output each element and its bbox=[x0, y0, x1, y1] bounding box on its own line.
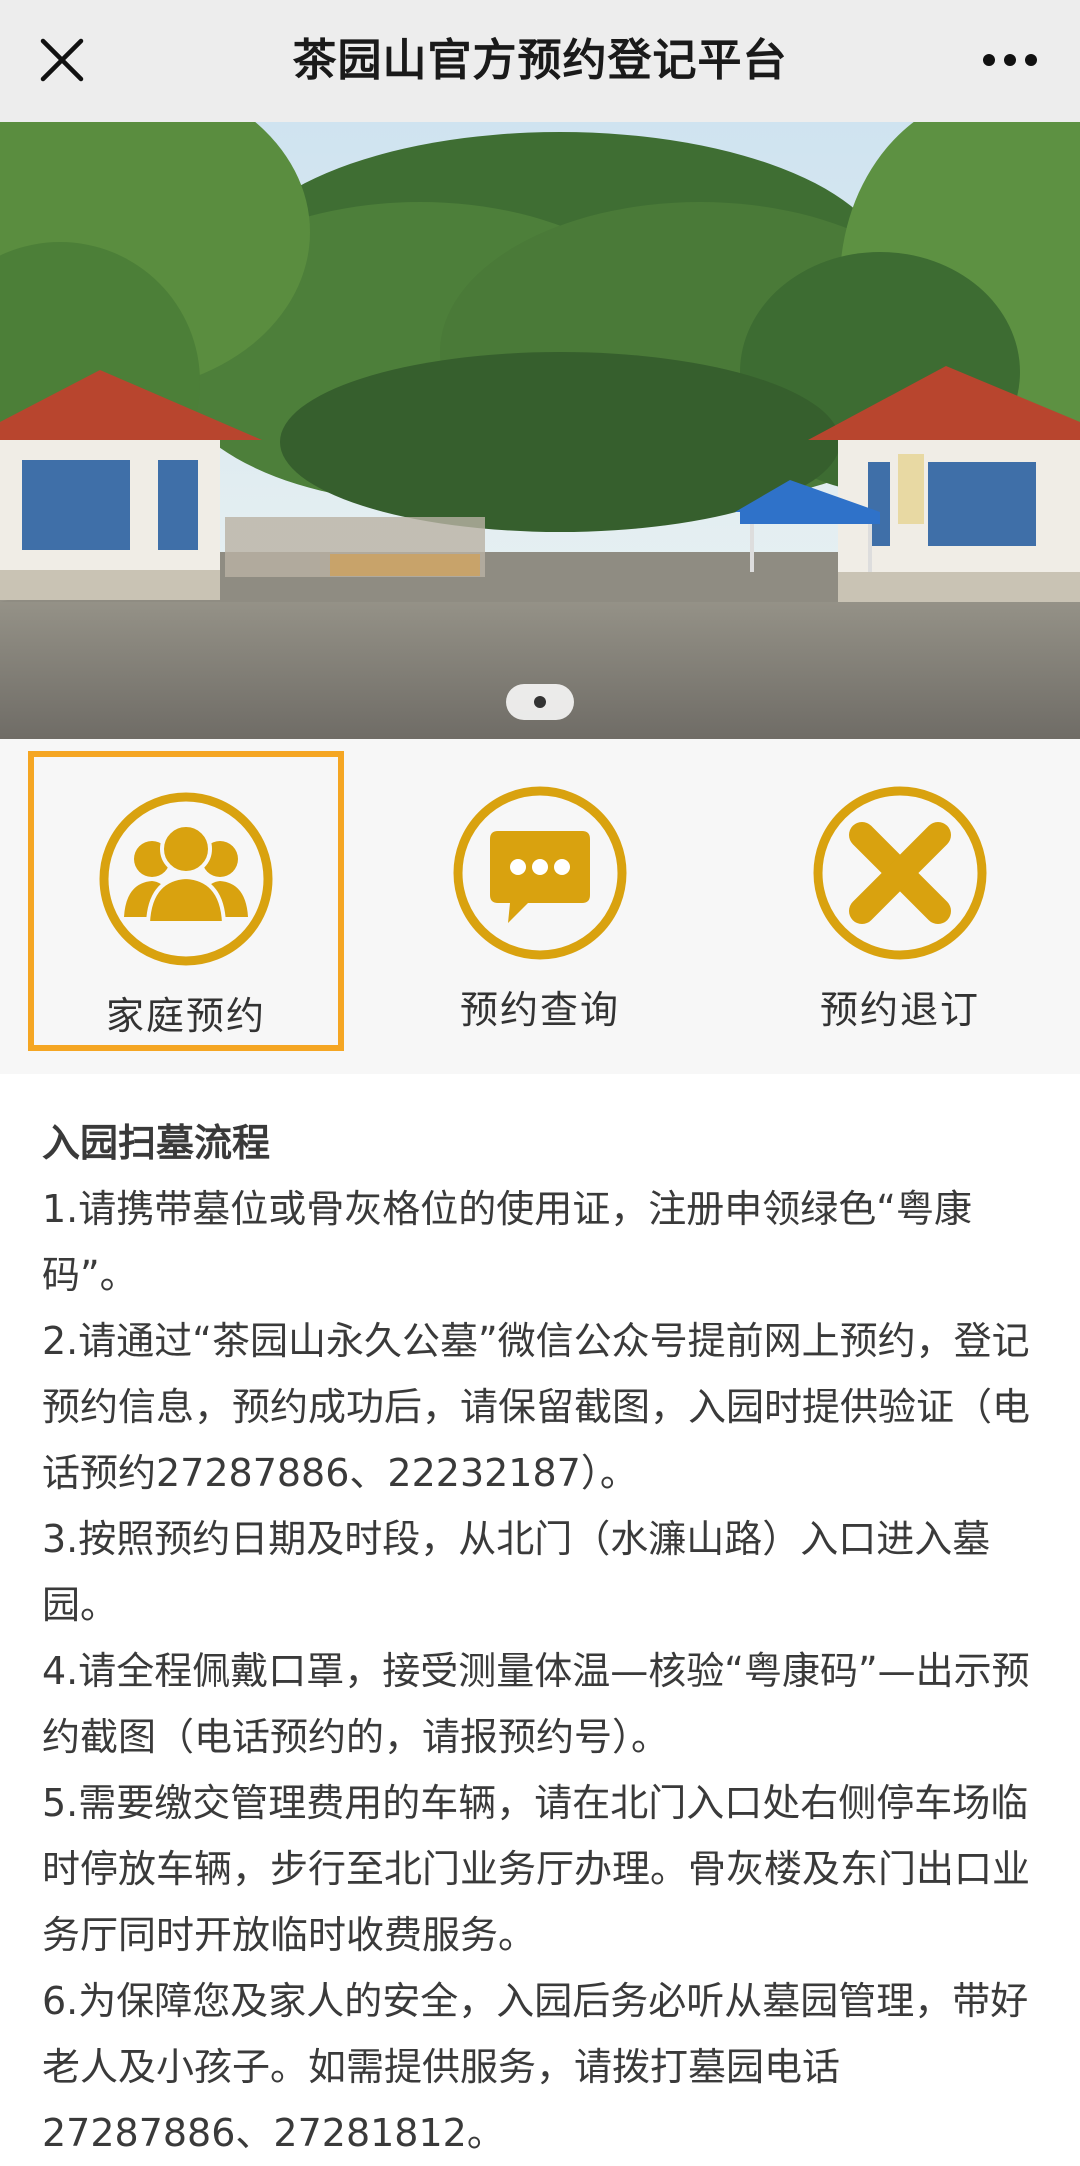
close-icon[interactable] bbox=[22, 20, 102, 100]
action-bar: 家庭预约 预约查询 预约退订 bbox=[0, 739, 1080, 1074]
park-gate-photo bbox=[0, 122, 1080, 739]
section-heading: 入园扫墓流程 bbox=[42, 1121, 271, 1165]
process-step: 4.请全程佩戴口罩，接受测量体温—核验“粤康码”—出示预约截图（电话预约的，请报… bbox=[42, 1649, 1030, 1759]
carousel-indicator[interactable] bbox=[506, 684, 574, 720]
chat-bubble-icon bbox=[453, 786, 627, 960]
process-step: 5.需要缴交管理费用的车辆，请在北门入口处右侧停车场临时停放车辆，步行至北门业务… bbox=[42, 1781, 1031, 1957]
process-step: 1.请携带墓位或骨灰格位的使用证，注册申领绿色“粤康码”。 bbox=[42, 1187, 972, 1297]
page-title: 茶园山官方预约登记平台 bbox=[292, 35, 788, 86]
visit-process-section: 入园扫墓流程 1.请携带墓位或骨灰格位的使用证，注册申领绿色“粤康码”。 2.请… bbox=[42, 1110, 1042, 2166]
process-step: 6.为保障您及家人的安全，入园后务必听从墓园管理，带好老人及小孩子。如需提供服务… bbox=[42, 1979, 1029, 2155]
process-step: 3.按照预约日期及时段，从北门（水濂山路）入口进入墓园。 bbox=[42, 1517, 991, 1627]
process-step: 2.请通过“茶园山永久公墓”微信公众号提前网上预约，登记预约信息，预约成功后，请… bbox=[42, 1319, 1031, 1495]
family-booking-button[interactable]: 家庭预约 bbox=[28, 751, 344, 1051]
booking-cancel-button[interactable]: 预约退订 bbox=[742, 751, 1058, 1051]
booking-query-button[interactable]: 预约查询 bbox=[382, 751, 698, 1051]
action-label: 家庭预约 bbox=[105, 994, 266, 1038]
action-label: 预约退订 bbox=[819, 988, 980, 1032]
action-label: 预约查询 bbox=[459, 988, 620, 1032]
cancel-x-icon bbox=[813, 786, 987, 960]
banner-carousel[interactable] bbox=[0, 122, 1080, 739]
more-dots-icon[interactable] bbox=[970, 20, 1050, 100]
family-group-icon bbox=[99, 792, 273, 966]
top-navbar: 茶园山官方预约登记平台 bbox=[0, 0, 1080, 122]
